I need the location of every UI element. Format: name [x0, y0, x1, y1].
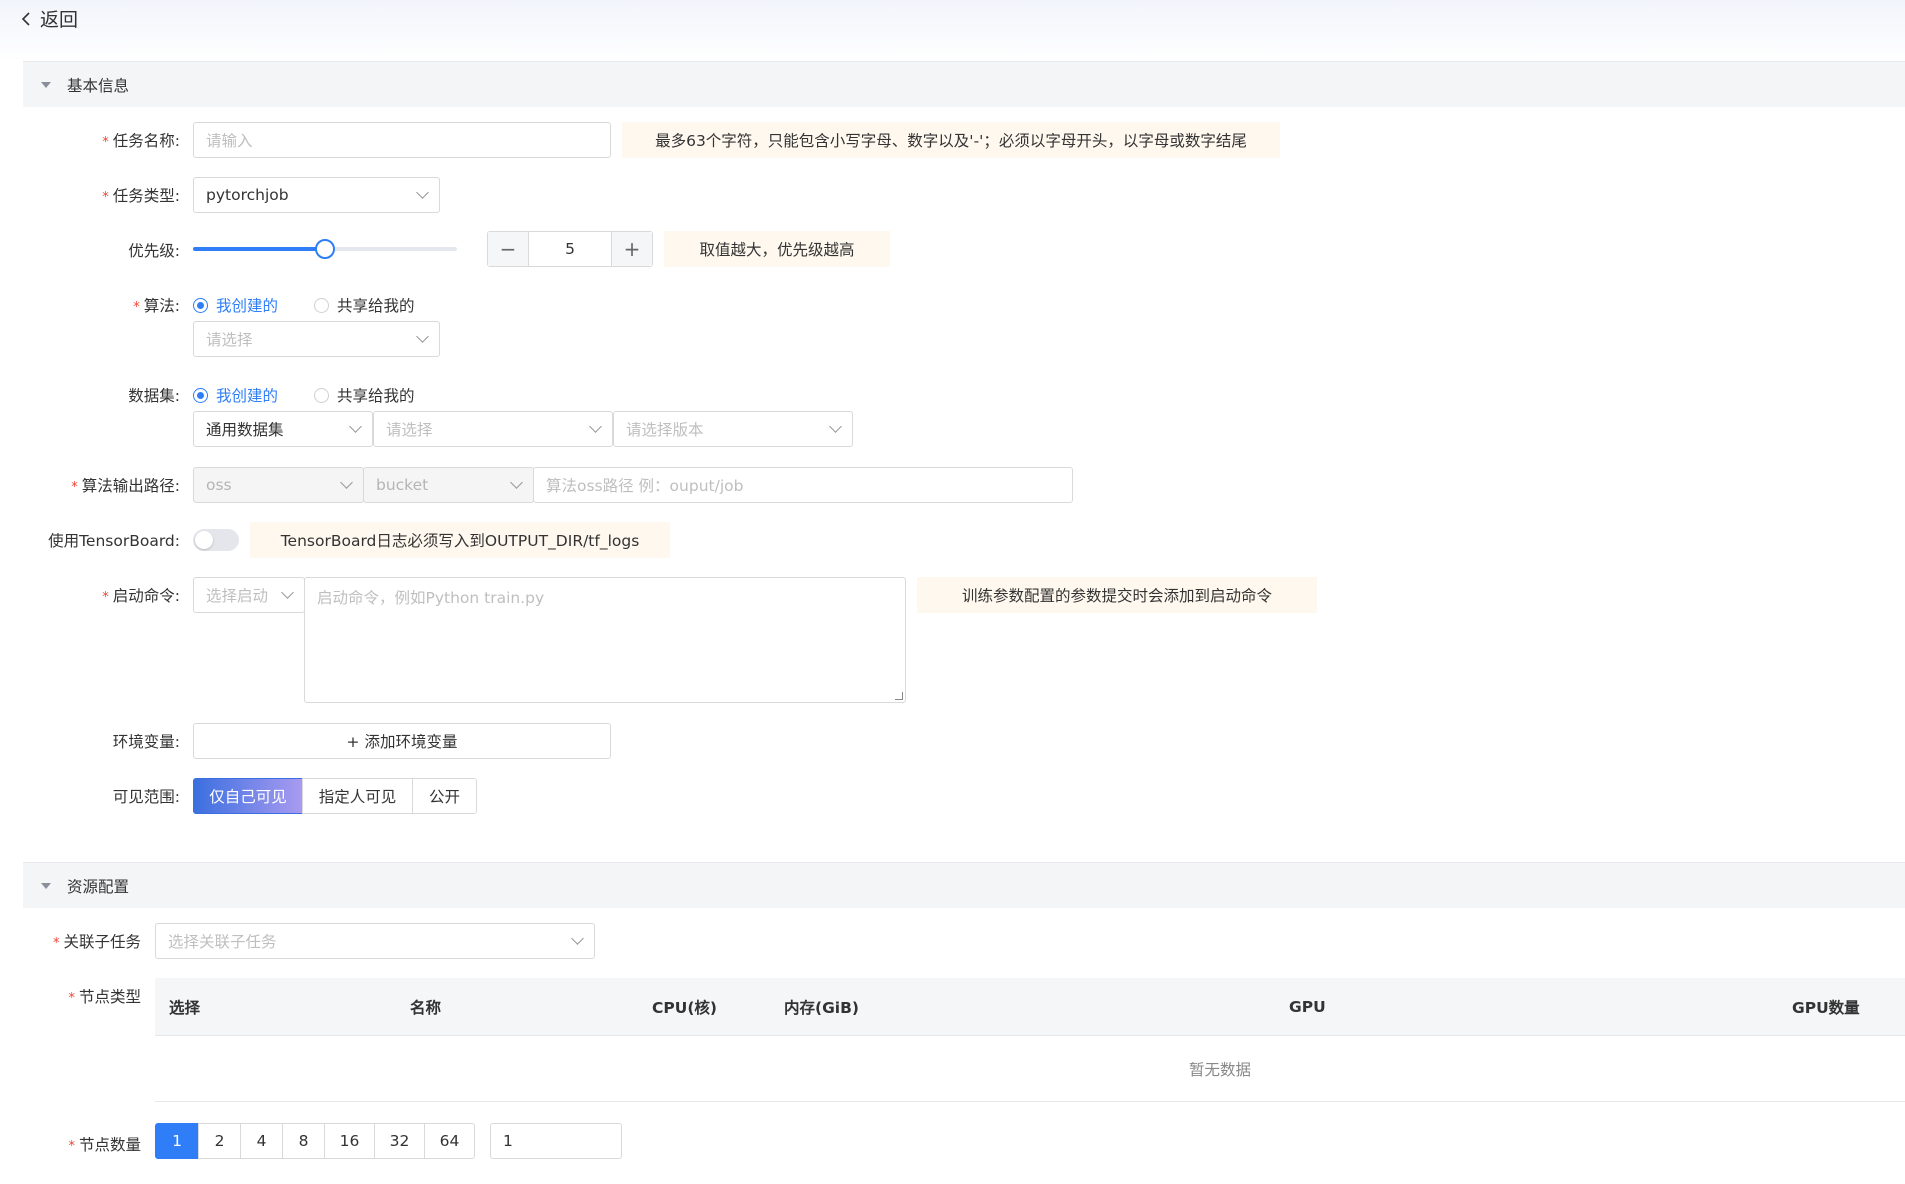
- section-title: 基本信息: [67, 76, 130, 95]
- dataset-type-select[interactable]: 通用数据集: [193, 411, 373, 447]
- command-type-select[interactable]: 选择启动: [193, 577, 305, 613]
- chevron-down-icon: [340, 476, 353, 489]
- visibility-label: 可见范围:: [112, 788, 180, 806]
- chevron-down-icon: [349, 420, 362, 433]
- table-body: 暂无数据: [155, 1036, 1905, 1102]
- output-path-input[interactable]: 算法oss路径 例：ouput/job: [533, 467, 1073, 503]
- chevron-down-icon: [829, 420, 842, 433]
- subtask-placeholder: 选择关联子任务: [168, 933, 277, 951]
- node-count-option[interactable]: 16: [324, 1123, 375, 1159]
- storage-value: oss: [206, 476, 232, 494]
- node-type-label: * 节点类型: [68, 988, 141, 1006]
- caret-down-icon: [41, 81, 51, 88]
- subtask-label: * 关联子任务: [52, 933, 141, 951]
- dataset-version-placeholder: 请选择版本: [626, 421, 704, 439]
- task-name-hint: 最多63个字符，只能包含小写字母、数字以及'-'；必须以字母开头，以字母或数字结…: [622, 122, 1280, 158]
- dataset-placeholder: 请选择: [386, 421, 433, 439]
- section-basic-info[interactable]: 基本信息: [23, 61, 1905, 107]
- task-name-input[interactable]: 请输入: [193, 122, 611, 158]
- caret-down-icon: [41, 882, 51, 889]
- algorithm-placeholder: 请选择: [206, 331, 253, 349]
- visibility-segmented[interactable]: 仅自己可见 指定人可见 公开: [193, 778, 477, 814]
- tensorboard-hint: TensorBoard日志必须写入到OUTPUT_DIR/tf_logs: [250, 522, 670, 558]
- task-name-label: * 任务名称:: [102, 132, 180, 150]
- col-cpu: CPU(核): [652, 999, 717, 1017]
- node-type-table: 选择 名称 CPU(核) 内存(GiB) GPU GPU数量 暂无数据: [155, 978, 1905, 1102]
- toggle-knob: [195, 531, 213, 549]
- bucket-value: bucket: [376, 476, 429, 494]
- chevron-down-icon: [416, 330, 429, 343]
- back-label: 返回: [40, 9, 79, 31]
- task-type-value: pytorchjob: [206, 186, 289, 204]
- algorithm-select[interactable]: 请选择: [193, 321, 440, 357]
- add-env-button[interactable]: + 添加环境变量: [193, 723, 611, 759]
- chevron-down-icon: [571, 932, 584, 945]
- back-button[interactable]: 返回: [20, 5, 78, 32]
- node-count-option[interactable]: 4: [240, 1123, 283, 1159]
- col-name: 名称: [410, 999, 442, 1017]
- chevron-down-icon: [589, 420, 602, 433]
- chevron-down-icon: [510, 476, 523, 489]
- command-hint: 训练参数配置的参数提交时会添加到启动命令: [917, 577, 1317, 613]
- decrement-button[interactable]: −: [488, 232, 528, 266]
- top-bar: [0, 0, 1905, 62]
- increment-button[interactable]: +: [612, 232, 652, 266]
- chevron-down-icon: [281, 586, 294, 599]
- priority-hint: 取值越大，优先级越高: [664, 231, 890, 267]
- node-count-option[interactable]: 1: [155, 1123, 199, 1159]
- storage-select[interactable]: oss: [193, 467, 364, 503]
- command-label: * 启动命令:: [102, 587, 180, 605]
- resize-handle-icon[interactable]: [895, 692, 903, 700]
- node-count-option[interactable]: 32: [374, 1123, 425, 1159]
- command-type-placeholder: 选择启动: [206, 587, 269, 605]
- algorithm-radio-shared[interactable]: 共享给我的: [314, 294, 415, 316]
- node-count-segmented[interactable]: 1 2 4 8 16 32 64: [155, 1123, 475, 1159]
- subtask-select[interactable]: 选择关联子任务: [155, 923, 595, 959]
- col-select: 选择: [169, 999, 201, 1017]
- dataset-type-value: 通用数据集: [206, 421, 284, 439]
- algorithm-label: * 算法:: [133, 297, 180, 315]
- node-count-option[interactable]: 64: [424, 1123, 475, 1159]
- dataset-version-select[interactable]: 请选择版本: [613, 411, 853, 447]
- table-header: 选择 名称 CPU(核) 内存(GiB) GPU GPU数量: [155, 978, 1905, 1036]
- visibility-option-specified[interactable]: 指定人可见: [302, 778, 413, 814]
- node-count-option[interactable]: 8: [282, 1123, 325, 1159]
- algorithm-radio-mine[interactable]: 我创建的: [193, 294, 278, 316]
- dataset-radio-shared[interactable]: 共享给我的: [314, 384, 415, 406]
- tensorboard-label: 使用TensorBoard:: [48, 532, 180, 550]
- priority-stepper[interactable]: − 5 +: [487, 231, 653, 267]
- slider-fill: [193, 247, 325, 251]
- env-label: 环境变量:: [112, 733, 180, 751]
- chevron-down-icon: [416, 186, 429, 199]
- col-gpu-count: GPU数量: [1792, 999, 1860, 1017]
- visibility-option-public[interactable]: 公开: [412, 778, 477, 814]
- bucket-select[interactable]: bucket: [363, 467, 534, 503]
- section-resource-config[interactable]: 资源配置: [23, 862, 1905, 908]
- node-count-option[interactable]: 2: [198, 1123, 241, 1159]
- priority-label: 优先级:: [128, 242, 180, 260]
- slider-handle[interactable]: [315, 239, 335, 259]
- dataset-radio-mine[interactable]: 我创建的: [193, 384, 278, 406]
- dataset-select[interactable]: 请选择: [373, 411, 613, 447]
- node-count-input[interactable]: 1: [490, 1123, 622, 1159]
- col-gpu: GPU: [1289, 998, 1326, 1016]
- section-title: 资源配置: [67, 877, 130, 896]
- task-type-select[interactable]: pytorchjob: [193, 177, 440, 213]
- node-count-label: * 节点数量: [68, 1136, 141, 1154]
- empty-text: 暂无数据: [1189, 1061, 1252, 1079]
- tensorboard-toggle[interactable]: [193, 529, 239, 551]
- priority-value[interactable]: 5: [528, 232, 612, 266]
- col-memory: 内存(GiB): [784, 999, 860, 1017]
- output-path-label: * 算法输出路径:: [71, 477, 180, 495]
- chevron-left-icon: [21, 11, 30, 26]
- dataset-label: 数据集:: [128, 387, 180, 405]
- command-textarea[interactable]: 启动命令，例如Python train.py: [304, 577, 906, 703]
- command-placeholder: 启动命令，例如Python train.py: [317, 589, 545, 607]
- visibility-option-private[interactable]: 仅自己可见: [193, 778, 303, 814]
- task-type-label: * 任务类型:: [102, 187, 180, 205]
